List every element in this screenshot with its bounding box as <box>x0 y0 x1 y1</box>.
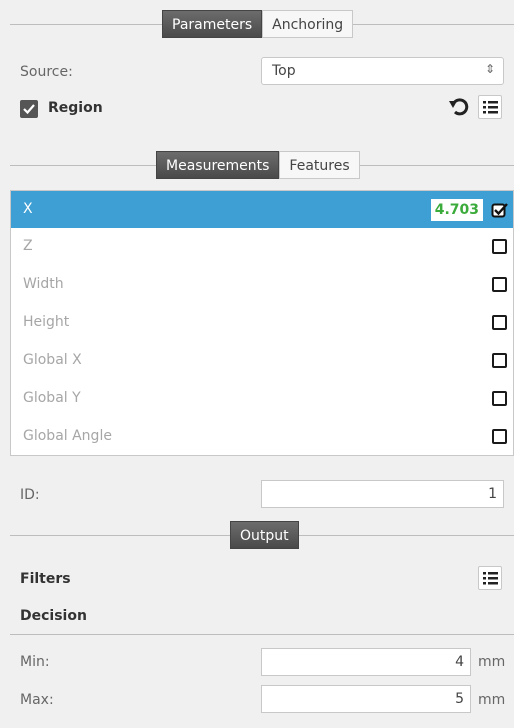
tab-features[interactable]: Features <box>279 151 360 179</box>
max-unit: mm <box>478 692 506 708</box>
region-checkbox[interactable] <box>20 100 38 118</box>
source-label: Source: <box>20 64 73 80</box>
top-tabs: Parameters Anchoring <box>162 10 354 38</box>
list-item-global-angle[interactable]: Global Angle <box>11 418 513 455</box>
list-item-z[interactable]: Z <box>11 228 513 265</box>
mid-tabs: Measurements Features <box>156 151 360 179</box>
max-label: Max: <box>20 692 54 708</box>
list-icon <box>483 101 498 114</box>
id-input-value: 1 <box>488 486 497 502</box>
min-input-value: 4 <box>455 654 464 670</box>
tab-output[interactable]: Output <box>230 521 299 549</box>
id-label: ID: <box>20 487 40 503</box>
tab-parameters[interactable]: Parameters <box>162 10 263 38</box>
list-item-global-x[interactable]: Global X <box>11 342 513 379</box>
filters-list-button[interactable] <box>478 566 502 590</box>
source-select[interactable]: Top ⇕ <box>261 57 504 85</box>
value-badge: 4.703 <box>430 199 483 221</box>
min-input[interactable]: 4 <box>261 648 471 676</box>
list-icon <box>483 572 498 585</box>
decision-label: Decision <box>20 608 87 624</box>
select-arrows-icon: ⇕ <box>484 62 495 76</box>
tab-anchoring[interactable]: Anchoring <box>262 10 354 38</box>
list-item-label: Global X <box>23 352 82 368</box>
max-input-value: 5 <box>455 691 464 707</box>
region-list-button[interactable] <box>478 95 502 119</box>
decision-divider <box>10 634 514 635</box>
checkbox[interactable] <box>492 391 507 406</box>
filters-label: Filters <box>20 571 71 587</box>
measurements-list: X 4.703 Z Width Height Global X Global Y… <box>10 190 514 456</box>
list-item-height[interactable]: Height <box>11 304 513 341</box>
checkbox[interactable] <box>492 353 507 368</box>
reset-icon[interactable] <box>447 95 471 119</box>
checked-checkbox-icon[interactable] <box>491 201 509 219</box>
id-input[interactable]: 1 <box>261 480 504 508</box>
list-item-label: Z <box>23 238 33 254</box>
tab-measurements[interactable]: Measurements <box>156 151 280 179</box>
region-label: Region <box>48 100 103 116</box>
max-input[interactable]: 5 <box>261 685 471 713</box>
list-item-label: Width <box>23 276 64 292</box>
source-select-value: Top <box>272 63 296 79</box>
checkbox[interactable] <box>492 315 507 330</box>
min-unit: mm <box>478 654 506 670</box>
list-item-label: X <box>23 201 33 217</box>
list-item-global-y[interactable]: Global Y <box>11 380 513 417</box>
check-icon <box>23 104 35 115</box>
list-item-label: Global Angle <box>23 428 112 444</box>
output-tabs: Output <box>230 521 299 549</box>
checkbox[interactable] <box>492 239 507 254</box>
list-item-x[interactable]: X 4.703 <box>11 191 513 228</box>
checkbox[interactable] <box>492 429 507 444</box>
min-label: Min: <box>20 654 50 670</box>
list-item-label: Global Y <box>23 390 81 406</box>
checkbox[interactable] <box>492 277 507 292</box>
list-item-width[interactable]: Width <box>11 266 513 303</box>
list-item-label: Height <box>23 314 70 330</box>
